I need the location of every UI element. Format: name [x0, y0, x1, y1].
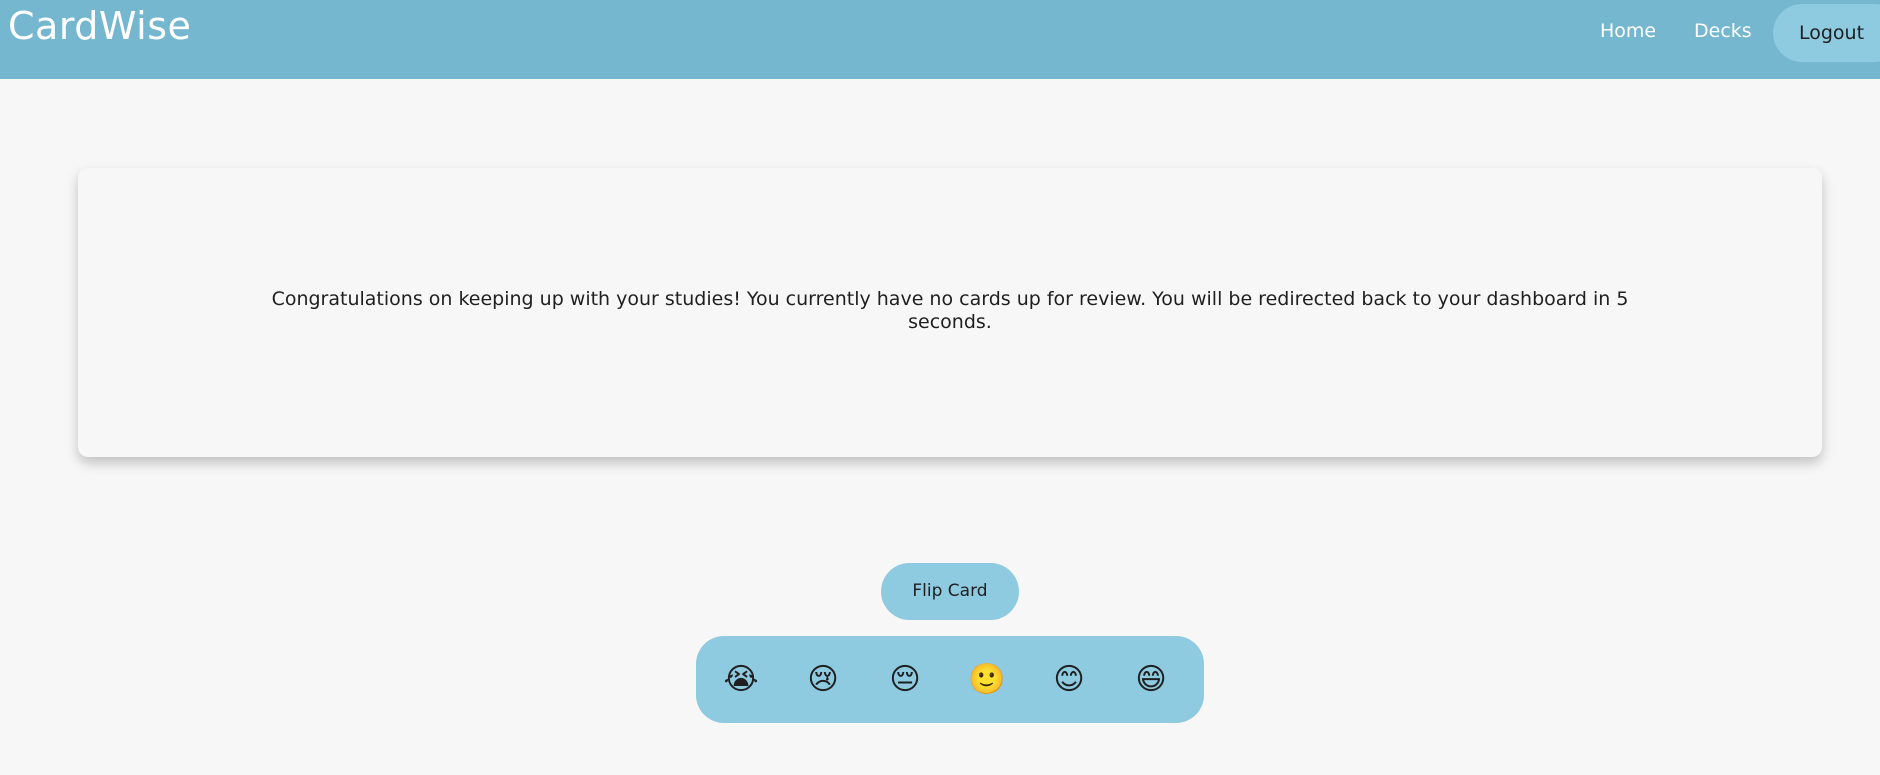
crying-face-icon[interactable]: 😢 — [788, 636, 858, 723]
pensive-face-icon[interactable]: 😔 — [870, 636, 940, 723]
logout-button[interactable]: Logout — [1773, 4, 1880, 62]
loudly-crying-face-icon[interactable]: 😭 — [706, 636, 776, 723]
grinning-face-icon[interactable]: 😄 — [1116, 636, 1186, 723]
nav-decks-link[interactable]: Decks — [1694, 20, 1752, 42]
nav-home-link[interactable]: Home — [1600, 20, 1656, 42]
slightly-smiling-face-icon[interactable]: 🙂 — [952, 636, 1022, 723]
difficulty-rating-bar: 😭 😢 😔 🙂 😊 😄 — [696, 636, 1204, 723]
brand-logo[interactable]: CardWise — [8, 4, 191, 48]
review-card: Congratulations on keeping up with your … — [78, 168, 1822, 457]
top-navbar: CardWise Home Decks Logout — [0, 0, 1880, 79]
no-cards-message: Congratulations on keeping up with your … — [271, 288, 1629, 333]
smiling-face-icon[interactable]: 😊 — [1034, 636, 1104, 723]
flip-card-button[interactable]: Flip Card — [881, 563, 1019, 620]
